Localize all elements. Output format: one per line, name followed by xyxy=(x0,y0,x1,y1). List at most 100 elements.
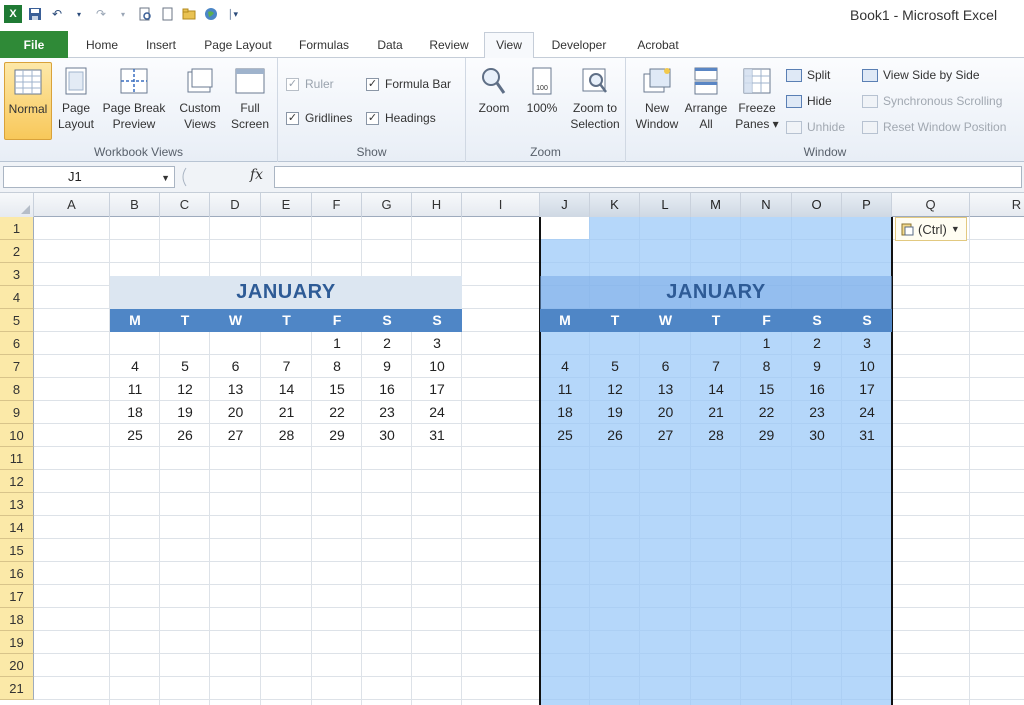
calendar-left-date-cell[interactable]: 27 xyxy=(210,424,261,447)
calendar-right-date-cell[interactable]: 5 xyxy=(590,355,640,378)
calendar-left-date-cell[interactable]: 18 xyxy=(110,401,160,424)
calendar-right-date-cell[interactable]: 20 xyxy=(640,401,691,424)
active-cell[interactable] xyxy=(541,217,589,239)
zoom-100-button[interactable]: 100 100% xyxy=(520,62,564,140)
print-preview-icon[interactable] xyxy=(136,5,154,23)
column-header-b[interactable]: B xyxy=(110,193,160,217)
dropdown-icon[interactable]: ▾ xyxy=(114,5,132,23)
freeze-panes-button[interactable]: Freeze Panes ▾ xyxy=(732,62,782,140)
calendar-right-date-cell[interactable]: 7 xyxy=(691,355,741,378)
calendar-left-date-cell[interactable]: 21 xyxy=(261,401,312,424)
calendar-left-date-cell[interactable]: 25 xyxy=(110,424,160,447)
tab-developer[interactable]: Developer xyxy=(546,34,612,58)
full-screen-button[interactable]: Full Screen xyxy=(228,62,272,140)
calendar-right-date-cell[interactable]: 22 xyxy=(741,401,792,424)
split-button[interactable]: Split xyxy=(786,68,830,82)
column-header-f[interactable]: F xyxy=(312,193,362,217)
calendar-right-date-cell[interactable] xyxy=(640,332,691,355)
worksheet-grid[interactable]: ABCDEFGHIJKLMNOPQR 1 2 3 4 5 6 7 8 9 10 11 12 13 14 15… xyxy=(0,193,1024,705)
row-header-1[interactable]: 1 xyxy=(0,217,34,240)
calendar-left-date-cell[interactable] xyxy=(160,332,210,355)
formula-bar-checkbox[interactable]: ✓ Formula Bar xyxy=(366,77,451,91)
calendar-right-date-cell[interactable]: 12 xyxy=(590,378,640,401)
row-header-9[interactable]: 9 xyxy=(0,401,34,424)
calendar-left-date-cell[interactable]: 26 xyxy=(160,424,210,447)
ruler-checkbox[interactable]: ✓ Ruler xyxy=(286,77,334,91)
column-header-g[interactable]: G xyxy=(362,193,412,217)
column-header-n[interactable]: N xyxy=(741,193,792,217)
calendar-left-date-cell[interactable]: 15 xyxy=(312,378,362,401)
calendar-right-date-cell[interactable]: 21 xyxy=(691,401,741,424)
calendar-right-date-cell[interactable]: 28 xyxy=(691,424,741,447)
row-header-2[interactable]: 2 xyxy=(0,240,34,263)
calendar-left-date-cell[interactable]: 24 xyxy=(412,401,462,424)
column-header-a[interactable]: A xyxy=(34,193,110,217)
calendar-left-date-cell[interactable]: 17 xyxy=(412,378,462,401)
column-header-c[interactable]: C xyxy=(160,193,210,217)
calendar-right-date-cell[interactable] xyxy=(540,332,590,355)
redo-icon[interactable]: ↷ xyxy=(92,5,110,23)
gridlines-checkbox[interactable]: ✓ Gridlines xyxy=(286,111,352,125)
calendar-left-date-cell[interactable]: 3 xyxy=(412,332,462,355)
tab-review[interactable]: Review xyxy=(426,34,472,58)
tab-page-layout[interactable]: Page Layout xyxy=(200,34,276,58)
zoom-to-selection-button[interactable]: Zoom to Selection xyxy=(566,62,624,140)
calendar-left-date-cell[interactable]: 11 xyxy=(110,378,160,401)
tab-view[interactable]: View xyxy=(484,32,534,59)
calendar-left-date-cell[interactable]: 16 xyxy=(362,378,412,401)
calendar-right-date-cell[interactable]: 31 xyxy=(842,424,892,447)
customize-icon[interactable]: │▾ xyxy=(224,5,242,23)
reset-window-position-button[interactable]: Reset Window Position xyxy=(862,120,1006,134)
column-header-m[interactable]: M xyxy=(691,193,741,217)
calendar-right-date-cell[interactable]: 24 xyxy=(842,401,892,424)
row-header-3[interactable]: 3 xyxy=(0,263,34,286)
tab-insert[interactable]: Insert xyxy=(140,34,182,58)
calendar-right-date-cell[interactable] xyxy=(590,332,640,355)
paste-options-button[interactable]: (Ctrl) ▼ xyxy=(895,217,967,241)
calendar-left-date-cell[interactable]: 2 xyxy=(362,332,412,355)
web-icon[interactable] xyxy=(202,5,220,23)
unhide-button[interactable]: Unhide xyxy=(786,120,845,134)
calendar-right-date-cell[interactable]: 25 xyxy=(540,424,590,447)
calendar-right-date-cell[interactable]: 3 xyxy=(842,332,892,355)
calendar-left-date-cell[interactable]: 4 xyxy=(110,355,160,378)
new-icon[interactable] xyxy=(158,5,176,23)
custom-views-button[interactable]: Custom Views xyxy=(174,62,226,140)
row-header-20[interactable]: 20 xyxy=(0,654,34,677)
insert-function-icon[interactable]: fx xyxy=(250,167,263,183)
column-header-d[interactable]: D xyxy=(210,193,261,217)
row-header-4[interactable]: 4 xyxy=(0,286,34,309)
row-header-6[interactable]: 6 xyxy=(0,332,34,355)
tab-formulas[interactable]: Formulas xyxy=(295,34,353,58)
calendar-right-date-cell[interactable]: 2 xyxy=(792,332,842,355)
calendar-left-date-cell[interactable]: 31 xyxy=(412,424,462,447)
calendar-right-date-cell[interactable]: 23 xyxy=(792,401,842,424)
calendar-right-date-cell[interactable]: 17 xyxy=(842,378,892,401)
calendar-left-date-cell[interactable] xyxy=(210,332,261,355)
calendar-left-date-cell[interactable]: 14 xyxy=(261,378,312,401)
calendar-left-date-cell[interactable]: 29 xyxy=(312,424,362,447)
chevron-down-icon[interactable]: ▼ xyxy=(161,168,170,188)
row-header-19[interactable]: 19 xyxy=(0,631,34,654)
calendar-left-date-cell[interactable]: 22 xyxy=(312,401,362,424)
calendar-left-date-cell[interactable]: 8 xyxy=(312,355,362,378)
row-header-12[interactable]: 12 xyxy=(0,470,34,493)
row-header-5[interactable]: 5 xyxy=(0,309,34,332)
calendar-right-date-cell[interactable]: 9 xyxy=(792,355,842,378)
calendar-right-date-cell[interactable]: 27 xyxy=(640,424,691,447)
tab-acrobat[interactable]: Acrobat xyxy=(630,34,686,58)
row-header-8[interactable]: 8 xyxy=(0,378,34,401)
select-all-button[interactable] xyxy=(0,193,34,217)
page-layout-view-button[interactable]: Page Layout xyxy=(54,62,98,140)
row-header-10[interactable]: 10 xyxy=(0,424,34,447)
calendar-left-date-cell[interactable]: 23 xyxy=(362,401,412,424)
arrange-all-button[interactable]: Arrange All xyxy=(682,62,730,140)
column-header-h[interactable]: H xyxy=(412,193,462,217)
hide-button[interactable]: Hide xyxy=(786,94,832,108)
calendar-left-date-cell[interactable]: 10 xyxy=(412,355,462,378)
calendar-left-date-cell[interactable]: 7 xyxy=(261,355,312,378)
row-header-17[interactable]: 17 xyxy=(0,585,34,608)
calendar-right-date-cell[interactable]: 18 xyxy=(540,401,590,424)
name-box[interactable]: J1 ▼ xyxy=(3,166,175,188)
zoom-button[interactable]: Zoom xyxy=(472,62,516,140)
